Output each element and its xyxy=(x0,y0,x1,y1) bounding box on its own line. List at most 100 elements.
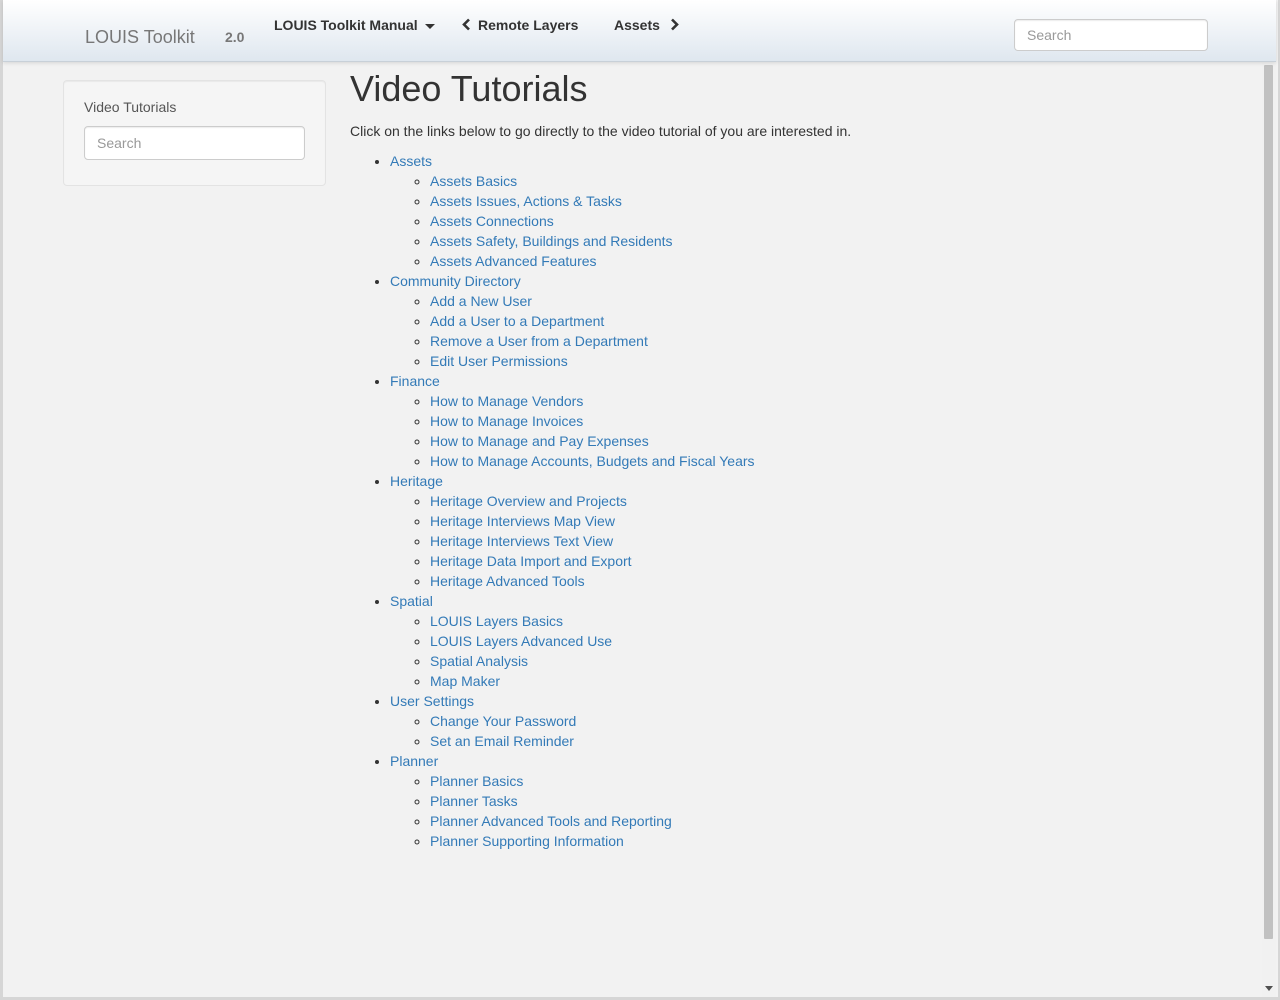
tutorial-item: Assets Basics xyxy=(430,171,1230,191)
section-link[interactable]: User Settings xyxy=(390,693,474,709)
tutorial-link[interactable]: Planner Tasks xyxy=(430,793,518,809)
tutorial-item: Add a New User xyxy=(430,291,1230,311)
prev-page-label: Remote Layers xyxy=(478,17,579,33)
tutorial-link[interactable]: Heritage Interviews Map View xyxy=(430,513,615,529)
tutorial-item: Assets Connections xyxy=(430,211,1230,231)
section-item: HeritageHeritage Overview and ProjectsHe… xyxy=(390,471,1230,591)
tutorial-sublist: Assets Basics Assets Issues, Actions & Ta… xyxy=(390,171,1230,271)
tutorial-link[interactable]: Add a New User xyxy=(430,293,532,309)
tutorial-item: Spatial Analysis xyxy=(430,651,1230,671)
tutorial-link[interactable]: LOUIS Layers Basics xyxy=(430,613,563,629)
scrollbar-thumb[interactable] xyxy=(1264,65,1273,939)
tutorial-link[interactable]: Remove a User from a Department xyxy=(430,333,648,349)
tutorial-item: Heritage Interviews Map View xyxy=(430,511,1230,531)
tutorial-link[interactable]: How to Manage Invoices xyxy=(430,413,583,429)
section-item: Spatial LOUIS Layers Basics LOUIS Layers A… xyxy=(390,591,1230,691)
prev-page-link[interactable]: Remote Layers xyxy=(462,17,578,33)
section-link[interactable]: Community Directory xyxy=(390,273,521,289)
intro-text: Click on the links below to go directly … xyxy=(350,123,852,139)
section-link[interactable]: Assets xyxy=(390,153,432,169)
tutorial-link[interactable]: Planner Basics xyxy=(430,773,523,789)
section-item: FinanceHow to Manage VendorsHow to Manag… xyxy=(390,371,1230,471)
tutorial-item: Remove a User from a Department xyxy=(430,331,1230,351)
manual-dropdown[interactable]: LOUIS Toolkit Manual xyxy=(274,17,435,33)
manual-dropdown-label: LOUIS Toolkit Manual xyxy=(274,17,418,33)
window-frame-left xyxy=(0,0,3,1000)
tutorial-item: Change Your Password xyxy=(430,711,1230,731)
section-item: User Settings Change Your Password Set an … xyxy=(390,691,1230,751)
chevron-right-icon xyxy=(671,18,679,31)
tutorial-link[interactable]: Spatial Analysis xyxy=(430,653,528,669)
tutorial-item: Planner Tasks xyxy=(430,791,1230,811)
tutorial-link[interactable]: Heritage Data Import and Export xyxy=(430,553,632,569)
tutorial-link[interactable]: Heritage Interviews Text View xyxy=(430,533,613,549)
caret-down-icon xyxy=(424,23,435,29)
tutorial-link[interactable]: Heritage Advanced Tools xyxy=(430,573,585,589)
tutorial-link[interactable]: Assets Safety, Buildings and Residents xyxy=(430,233,673,249)
tutorial-link[interactable]: LOUIS Layers Advanced Use xyxy=(430,633,612,649)
tutorial-item: Planner Basics xyxy=(430,771,1230,791)
tutorial-item: LOUIS Layers Basics xyxy=(430,611,1230,631)
tutorial-item: How to Manage Vendors xyxy=(430,391,1230,411)
tutorial-sublist: Change Your Password Set an Email Reminde… xyxy=(390,711,1230,751)
tutorial-item: Edit User Permissions xyxy=(430,351,1230,371)
next-page-label: Assets xyxy=(614,17,660,33)
tutorial-item: Add a User to a Department xyxy=(430,311,1230,331)
chevron-left-icon xyxy=(462,18,470,31)
tutorial-item: Assets Issues, Actions & Tasks xyxy=(430,191,1230,211)
tutorial-item: Set an Email Reminder xyxy=(430,731,1230,751)
navbar-search-input[interactable] xyxy=(1014,19,1208,51)
tutorial-link[interactable]: Assets Basics xyxy=(430,173,517,189)
scroll-down-arrow-icon[interactable] xyxy=(1265,986,1273,991)
tutorial-link[interactable]: Planner Advanced Tools and Reporting xyxy=(430,813,672,829)
tutorial-link[interactable]: Planner Supporting Information xyxy=(430,833,624,849)
tutorial-sublist: Heritage Overview and Projects Heritage I… xyxy=(390,491,1230,591)
tutorial-link[interactable]: Add a User to a Department xyxy=(430,313,604,329)
tutorial-item: Heritage Data Import and Export xyxy=(430,551,1230,571)
section-item: Planner Planner Basics Planner Tasks Planne… xyxy=(390,751,1230,851)
tutorial-item: Planner Advanced Tools and Reporting xyxy=(430,811,1230,831)
tutorial-item: How to Manage and Pay Expenses xyxy=(430,431,1230,451)
tutorial-section-list: Assets Assets Basics Assets Issues, Action… xyxy=(350,151,1230,851)
tutorial-sublist: Add a New User Add a User to a Department… xyxy=(390,291,1230,371)
tutorial-link[interactable]: Assets Issues, Actions & Tasks xyxy=(430,193,622,209)
tutorial-item: How to Manage Accounts, Budgets and Fisc… xyxy=(430,451,1230,471)
tutorial-item: Assets Advanced Features xyxy=(430,251,1230,271)
tutorial-item: LOUIS Layers Advanced Use xyxy=(430,631,1230,651)
main-content: Video Tutorials Click on the links below… xyxy=(350,68,1230,851)
tutorial-link[interactable]: Edit User Permissions xyxy=(430,353,568,369)
tutorial-link[interactable]: How to Manage Accounts, Budgets and Fisc… xyxy=(430,453,755,469)
tutorial-item: Heritage Interviews Text View xyxy=(430,531,1230,551)
page-title: Video Tutorials xyxy=(350,68,588,109)
tutorial-link[interactable]: Set an Email Reminder xyxy=(430,733,574,749)
tutorial-link[interactable]: Map Maker xyxy=(430,673,500,689)
tutorial-item: Planner Supporting Information xyxy=(430,831,1230,851)
tutorial-item: How to Manage Invoices xyxy=(430,411,1230,431)
tutorial-item: Map Maker xyxy=(430,671,1230,691)
tutorial-link[interactable]: How to Manage and Pay Expenses xyxy=(430,433,649,449)
sidebar-title: Video Tutorials xyxy=(84,99,177,115)
tutorial-item: Assets Safety, Buildings and Residents xyxy=(430,231,1230,251)
version-label: 2.0 xyxy=(225,29,245,45)
tutorial-link[interactable]: Change Your Password xyxy=(430,713,576,729)
tutorial-link[interactable]: Assets Connections xyxy=(430,213,554,229)
sidebar-panel: Video Tutorials xyxy=(63,80,326,186)
tutorial-link[interactable]: Heritage Overview and Projects xyxy=(430,493,627,509)
section-link[interactable]: Spatial xyxy=(390,593,433,609)
tutorial-item: Heritage Overview and Projects xyxy=(430,491,1230,511)
brand-name[interactable]: LOUIS Toolkit xyxy=(85,27,195,48)
section-item: Community Directory Add a New User Add a U… xyxy=(390,271,1230,371)
section-link[interactable]: Finance xyxy=(390,373,440,389)
tutorial-sublist: LOUIS Layers Basics LOUIS Layers Advanced… xyxy=(390,611,1230,691)
vertical-scrollbar[interactable] xyxy=(1262,61,1276,997)
section-link[interactable]: Heritage xyxy=(390,473,443,489)
top-navbar: LOUIS Toolkit 2.0 LOUIS Toolkit Manual R… xyxy=(3,0,1276,62)
sidebar-search-input[interactable] xyxy=(84,126,305,160)
tutorial-item: Heritage Advanced Tools xyxy=(430,571,1230,591)
tutorial-sublist: How to Manage Vendors How to Manage Invoi… xyxy=(390,391,1230,471)
next-page-link[interactable]: Assets xyxy=(614,17,679,33)
tutorial-link[interactable]: How to Manage Vendors xyxy=(430,393,583,409)
section-link[interactable]: Planner xyxy=(390,753,438,769)
section-item: Assets Assets Basics Assets Issues, Action… xyxy=(390,151,1230,271)
tutorial-link[interactable]: Assets Advanced Features xyxy=(430,253,597,269)
